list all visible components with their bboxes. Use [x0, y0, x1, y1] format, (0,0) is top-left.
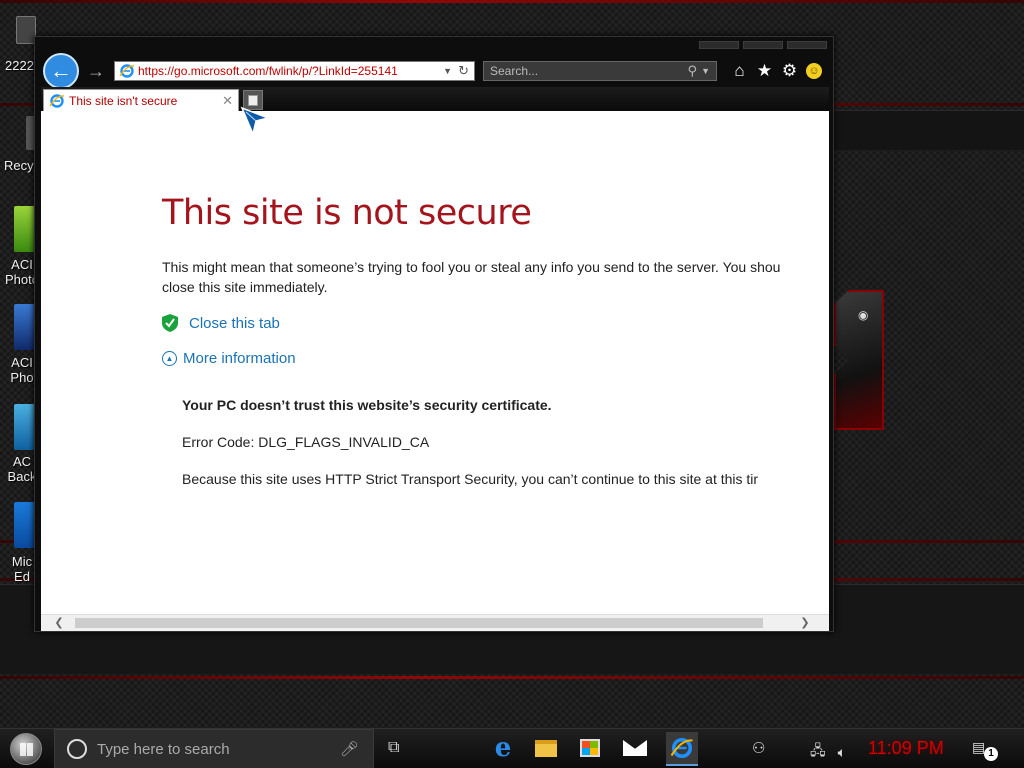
search-dropdown-icon[interactable]: ▼	[701, 66, 710, 76]
horizontal-scrollbar[interactable]: ❮ ❯	[41, 614, 829, 631]
search-input[interactable]: Search...	[484, 64, 688, 78]
error-description: This might mean that someone’s trying to…	[162, 257, 829, 297]
tab-active[interactable]: This site isn't secure ✕	[43, 89, 239, 111]
address-url[interactable]: https://go.microsoft.com/fwlink/p/?LinkI…	[138, 64, 443, 78]
start-button[interactable]	[10, 733, 42, 765]
more-information-label[interactable]: More information	[183, 350, 296, 367]
people-icon[interactable]: ⚇	[752, 739, 765, 757]
refresh-icon[interactable]: ↻	[458, 63, 469, 79]
system-tray: 🖧︎ 🔈︎	[810, 740, 846, 764]
mouse-cursor-icon	[240, 106, 271, 137]
tab-title: This site isn't secure	[69, 93, 178, 108]
page-title: This site is not secure	[162, 193, 532, 233]
scrollbar-thumb[interactable]	[75, 618, 763, 628]
close-tab-link[interactable]: Close this tab	[162, 314, 280, 332]
network-icon[interactable]: 🖧︎	[810, 740, 826, 764]
scroll-right-icon[interactable]: ❯	[795, 615, 815, 632]
computer-icon	[16, 16, 36, 44]
browser-window: ← → https://go.microsoft.com/fwlink/p/?L…	[34, 36, 834, 632]
wallpaper-stripe	[0, 0, 1024, 3]
forward-button[interactable]: →	[87, 61, 105, 82]
mail-icon[interactable]	[622, 735, 648, 761]
volume-muted-icon[interactable]: 🔈︎	[838, 744, 846, 761]
task-view-icon[interactable]: ⧉	[388, 739, 399, 757]
error-description-line: close this site immediately.	[162, 279, 328, 295]
internet-explorer-icon	[49, 93, 65, 108]
wallpaper-panel	[834, 110, 1024, 150]
minimize-button[interactable]	[699, 41, 739, 49]
notification-count: 1	[984, 747, 998, 761]
tab-strip: This site isn't secure ✕	[41, 87, 829, 111]
internet-explorer-icon[interactable]	[666, 732, 698, 766]
new-tab-icon	[248, 94, 258, 106]
page-content: This site is not secure This might mean …	[41, 111, 829, 614]
settings-gear-icon[interactable]: ⚙	[781, 61, 798, 81]
hsts-message: Because this site uses HTTP Strict Trans…	[182, 471, 759, 487]
taskbar-search[interactable]: Type here to search 🎤︎	[54, 729, 374, 768]
back-button[interactable]: ←	[43, 53, 79, 89]
internet-explorer-icon	[119, 64, 135, 78]
action-center-button[interactable]: ▤ 1	[972, 739, 998, 761]
wallpaper-ornament: ◉	[834, 290, 884, 430]
cortana-icon	[67, 739, 87, 759]
home-icon[interactable]: ⌂	[731, 61, 748, 81]
browser-toolbar: ⌂ ★ ⚙ ☺	[731, 61, 822, 81]
edge-icon[interactable]: e	[490, 733, 516, 763]
search-icon[interactable]: ⚲	[688, 63, 698, 79]
maximize-button[interactable]	[743, 41, 783, 49]
taskbar: Type here to search 🎤︎ ⧉ e ⚇ 🖧︎ 🔈︎ 11:09…	[0, 728, 1024, 768]
file-explorer-icon[interactable]	[533, 735, 559, 761]
scroll-left-icon[interactable]: ❮	[49, 615, 69, 632]
store-icon[interactable]	[577, 735, 603, 761]
wallpaper-stripe	[0, 676, 1024, 679]
error-code: Error Code: DLG_FLAGS_INVALID_CA	[182, 434, 430, 450]
forward-arrow-icon: →	[87, 61, 105, 81]
error-description-line: This might mean that someone’s trying to…	[162, 259, 781, 275]
favorites-star-icon[interactable]: ★	[756, 61, 773, 81]
close-window-button[interactable]	[787, 41, 827, 49]
address-dropdown-icon[interactable]: ▼	[443, 66, 452, 76]
certificate-trust-message: Your PC doesn’t trust this website’s sec…	[182, 397, 552, 413]
close-tab-label[interactable]: Close this tab	[189, 315, 280, 332]
window-controls	[699, 41, 827, 49]
search-box[interactable]: Search... ⚲ ▼	[483, 61, 717, 81]
chevron-up-icon: ▲	[162, 351, 177, 366]
more-information-toggle[interactable]: ▲ More information	[162, 350, 296, 367]
back-arrow-icon: ←	[50, 58, 72, 83]
smiley-feedback-icon[interactable]: ☺	[806, 63, 822, 79]
clock[interactable]: 11:09 PM	[868, 738, 944, 759]
microphone-icon[interactable]: 🎤︎	[340, 740, 359, 758]
taskbar-search-input[interactable]: Type here to search	[97, 741, 340, 758]
address-bar[interactable]: https://go.microsoft.com/fwlink/p/?LinkI…	[114, 61, 475, 81]
close-tab-icon[interactable]: ✕	[222, 93, 233, 109]
windows-logo-icon	[20, 743, 33, 756]
green-shield-check-icon	[162, 314, 178, 332]
